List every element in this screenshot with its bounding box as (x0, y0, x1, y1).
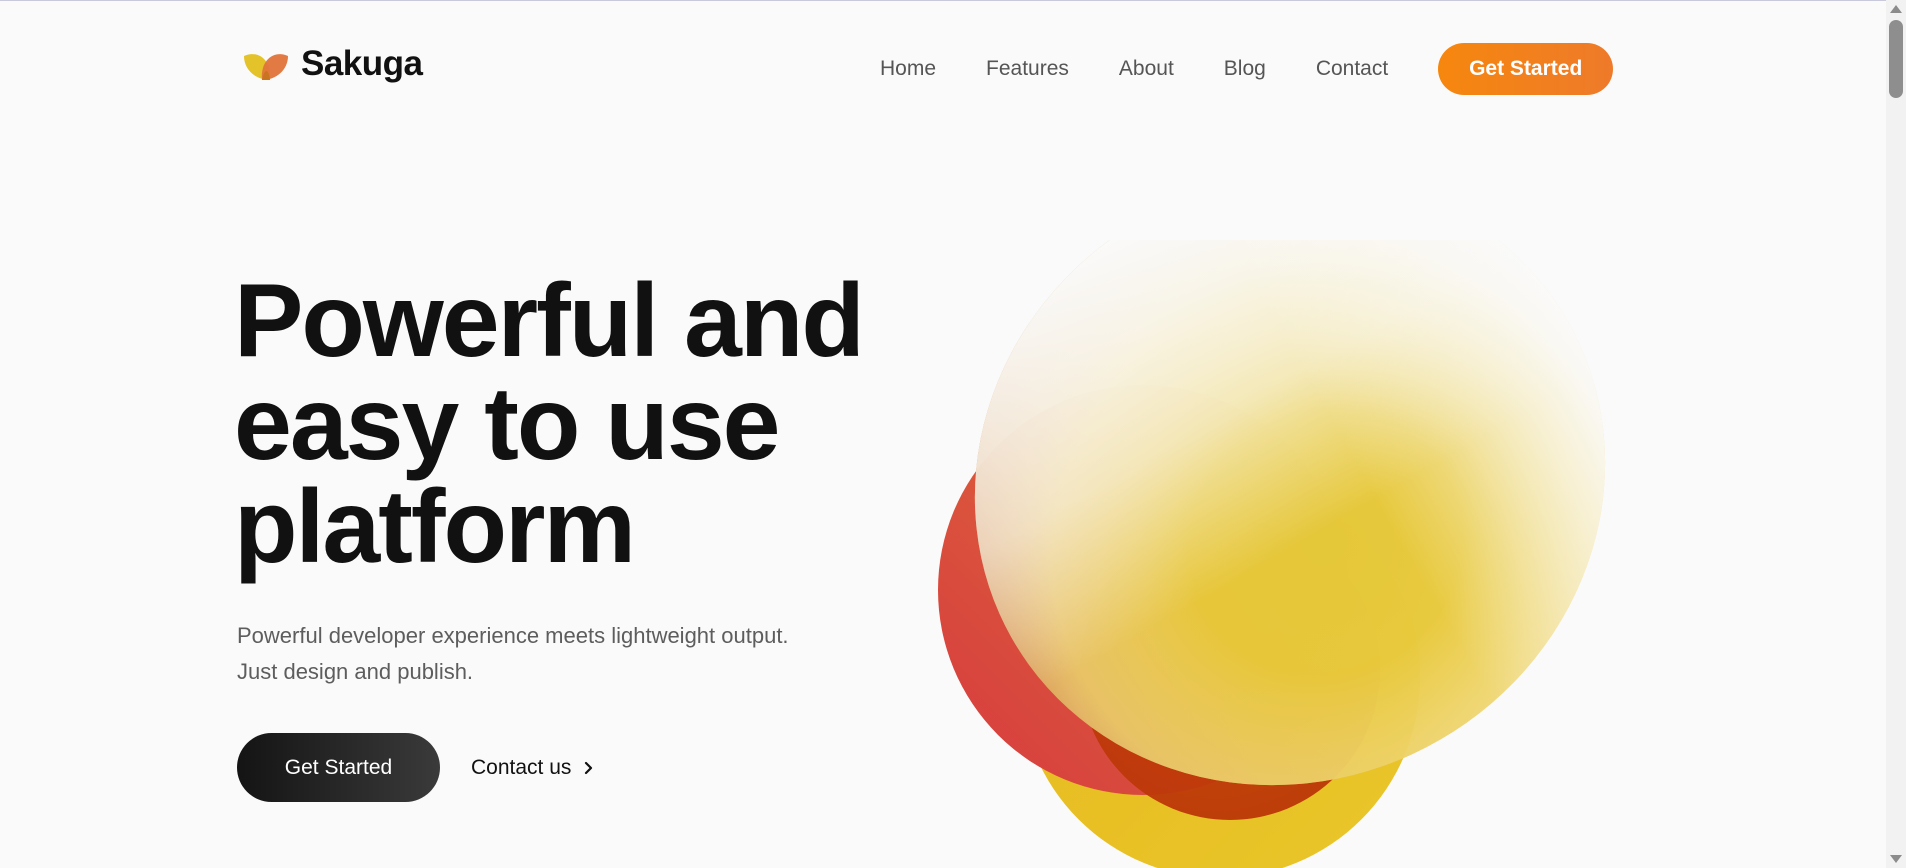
header-get-started-button[interactable]: Get Started (1438, 43, 1614, 95)
nav-item-contact[interactable]: Contact (1316, 41, 1388, 97)
hero-title-line: Powerful and (234, 263, 865, 379)
hero-actions: Get Started Contact us (237, 733, 593, 802)
nav-item-home[interactable]: Home (880, 41, 936, 97)
hero-get-started-button[interactable]: Get Started (237, 733, 440, 802)
brand-name: Sakuga (301, 44, 423, 83)
scroll-down-arrow-icon[interactable] (1890, 855, 1902, 863)
contact-us-link[interactable]: Contact us (471, 756, 593, 780)
hero-title-line: easy to use (234, 366, 781, 482)
nav-item-blog[interactable]: Blog (1224, 41, 1266, 97)
hero-subtitle: Powerful developer experience meets ligh… (237, 623, 789, 684)
brand-logo[interactable]: Sakuga (242, 44, 423, 84)
site-header: Sakuga Home Features About Blog Contact … (0, 0, 1886, 136)
nav-item-features[interactable]: Features (986, 41, 1069, 97)
nav-item-about[interactable]: About (1119, 41, 1174, 97)
page-scrollbar[interactable] (1886, 0, 1906, 868)
main-nav: Home Features About Blog Contact Get Sta… (880, 41, 1614, 97)
hero-illustration (900, 240, 1660, 868)
chevron-right-icon (585, 761, 593, 774)
gradient-blobs-art (938, 240, 1606, 868)
scroll-up-arrow-icon[interactable] (1890, 5, 1902, 13)
hero-title: Powerful and easy to use platform (234, 263, 994, 585)
contact-us-label: Contact us (471, 755, 572, 779)
leaf-logo-icon (244, 54, 288, 80)
hero-title-line: platform (234, 469, 636, 585)
scrollbar-thumb[interactable] (1889, 20, 1903, 98)
